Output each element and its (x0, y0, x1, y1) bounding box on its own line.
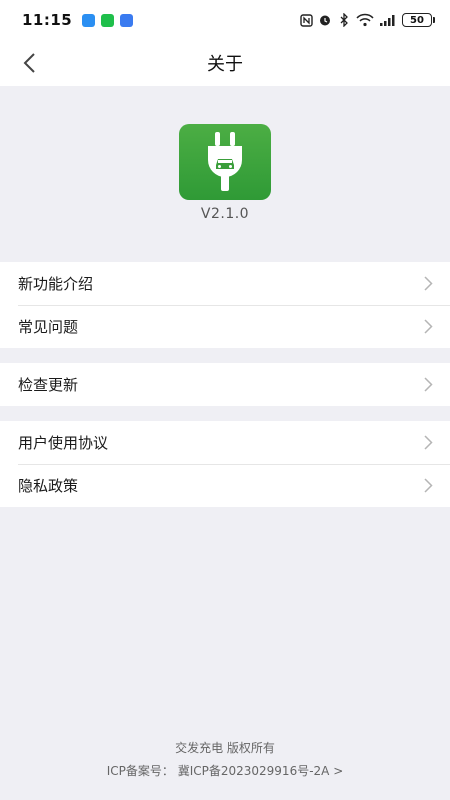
menu-item-privacy-policy[interactable]: 隐私政策 (0, 464, 450, 507)
cell-signal-icon (379, 13, 397, 27)
chevron-right-icon (422, 435, 434, 451)
app-version: V2.1.0 (200, 206, 250, 222)
menu-item-label: 用户使用协议 (18, 434, 109, 452)
app-info: V2.1.0 (0, 86, 450, 261)
feishu-icon (82, 13, 96, 27)
menu-item-user-agreement[interactable]: 用户使用协议 (0, 421, 450, 464)
signal-app-icon (120, 13, 134, 27)
page-title: 关于 (207, 54, 243, 75)
icp-link[interactable]: ICP备案号： 冀ICP备2023029916号-2A > (0, 758, 450, 784)
nfc-icon (299, 13, 313, 27)
back-button[interactable] (14, 48, 44, 78)
app-logo (179, 124, 271, 200)
status-left: 11:15 (22, 11, 134, 29)
status-bar: 11:15 50 (0, 0, 450, 40)
alarm-icon (318, 13, 332, 27)
menu-item-label: 新功能介绍 (18, 275, 94, 293)
bluetooth-icon (337, 13, 351, 27)
chevron-right-icon (422, 377, 434, 393)
status-right: 50 (299, 13, 435, 27)
chevron-right-icon (422, 276, 434, 292)
menu-item-new-features[interactable]: 新功能介绍 (0, 262, 450, 305)
menu-item-label: 常见问题 (18, 318, 79, 336)
chevron-left-icon (23, 53, 35, 73)
menu-item-check-update[interactable]: 检查更新 (0, 363, 450, 406)
wifi-icon (356, 13, 374, 27)
wechat-icon (101, 13, 115, 27)
menu-group-2: 检查更新 (0, 363, 450, 406)
chevron-right-icon (422, 319, 434, 335)
nav-bar: 关于 (0, 40, 450, 86)
charging-plug-icon (208, 132, 242, 191)
footer: 交发充电 版权所有 ICP备案号： 冀ICP备2023029916号-2A > (0, 738, 450, 784)
battery-icon: 50 (402, 13, 435, 27)
menu-item-faq[interactable]: 常见问题 (0, 305, 450, 348)
menu-item-label: 隐私政策 (18, 477, 79, 495)
chevron-right-icon (422, 478, 434, 494)
copyright-text: 交发充电 版权所有 (175, 741, 275, 755)
menu-group-3: 用户使用协议 隐私政策 (0, 421, 450, 507)
menu-group-1: 新功能介绍 常见问题 (0, 262, 450, 348)
status-time: 11:15 (22, 11, 73, 29)
menu-item-label: 检查更新 (18, 376, 79, 394)
